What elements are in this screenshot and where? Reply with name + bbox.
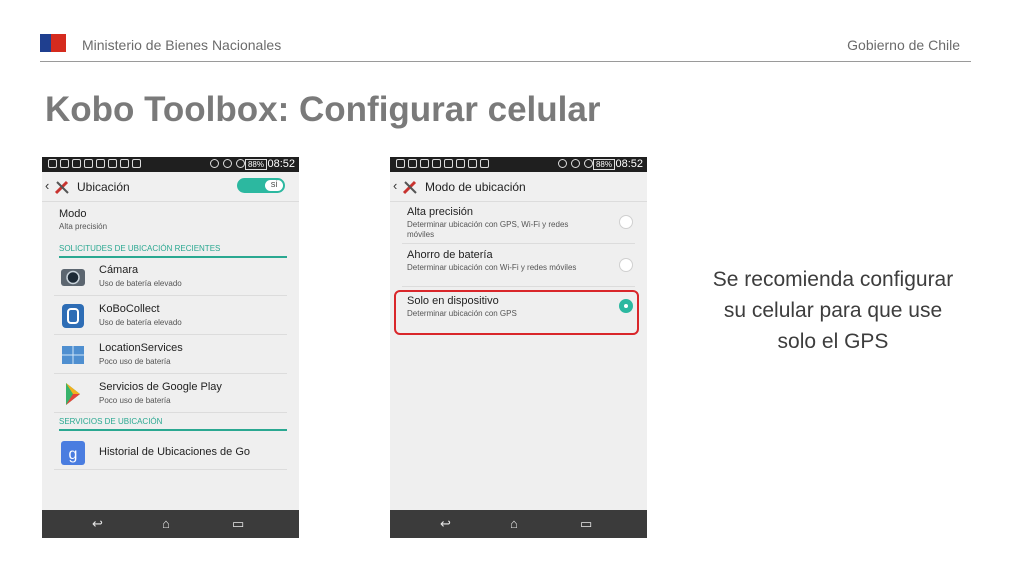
location-toggle[interactable]: SÍ	[237, 178, 285, 193]
tools-icon	[54, 180, 69, 195]
tools-icon	[402, 180, 417, 195]
app-bar-title: Ubicación	[77, 180, 130, 194]
option-battery-saving[interactable]: Ahorro de batería Determinar ubicación c…	[407, 249, 635, 273]
system-icons	[558, 159, 593, 168]
google-icon: g	[61, 441, 85, 465]
mode-setting[interactable]: Modo Alta precisión	[59, 208, 107, 231]
camera-icon	[61, 269, 85, 286]
radio-high-accuracy[interactable]	[619, 215, 633, 229]
nav-home-icon[interactable]: ⌂	[510, 516, 518, 531]
system-icons	[210, 159, 245, 168]
list-item-camera[interactable]: Cámara Uso de batería elevado	[54, 258, 287, 296]
nav-recents-icon[interactable]: ▭	[232, 516, 244, 532]
status-bar: 88% 08:52	[390, 157, 647, 172]
svg-text:g: g	[69, 446, 78, 463]
nav-back-icon[interactable]: ↩	[440, 516, 451, 532]
back-chevron-icon[interactable]: ‹	[45, 178, 49, 193]
notification-icons	[396, 159, 489, 168]
nav-home-icon[interactable]: ⌂	[162, 516, 170, 531]
location-services-icon	[62, 346, 84, 364]
list-item-location-services[interactable]: LocationServices Poco uso de batería	[54, 336, 287, 374]
list-item-kobocollect[interactable]: KoBoCollect Uso de batería elevado	[54, 297, 287, 335]
status-bar: 88% 08:52	[42, 157, 299, 172]
android-nav-bar: ↩ ⌂ ▭	[390, 510, 647, 538]
battery-indicator: 88%	[592, 159, 615, 170]
nav-recents-icon[interactable]: ▭	[580, 516, 592, 532]
list-item-google-play-services[interactable]: Servicios de Google Play Poco uso de bat…	[54, 375, 287, 413]
app-bar: ‹ Ubicación SÍ	[42, 172, 299, 202]
clock: 08:52	[615, 158, 643, 170]
app-bar-title: Modo de ubicación	[425, 180, 526, 194]
page-title: Kobo Toolbox: Configurar celular	[45, 90, 601, 129]
google-play-icon	[66, 383, 80, 405]
list-item-location-history[interactable]: g Historial de Ubicaciones de Go	[54, 434, 287, 470]
header-divider	[40, 61, 971, 62]
android-nav-bar: ↩ ⌂ ▭	[42, 510, 299, 538]
kobocollect-icon	[62, 304, 84, 328]
back-chevron-icon[interactable]: ‹	[393, 178, 397, 193]
mode-value: Alta precisión	[59, 222, 108, 231]
section-recent-requests: SOLICITUDES DE UBICACIÓN RECIENTES	[59, 244, 287, 258]
section-location-services: SERVICIOS DE UBICACIÓN	[59, 417, 287, 431]
battery-indicator: 88%	[244, 159, 267, 170]
chile-flag-logo	[40, 34, 66, 52]
nav-back-icon[interactable]: ↩	[92, 516, 103, 532]
clock: 08:52	[267, 158, 295, 170]
option-high-accuracy[interactable]: Alta precisión Determinar ubicación con …	[407, 206, 635, 240]
mode-title: Modo	[59, 208, 87, 220]
phone-screenshot-location-mode: 88% 08:52 ‹ Modo de ubicación Alta preci…	[390, 157, 647, 538]
highlight-box	[394, 290, 639, 335]
notification-icons	[48, 159, 141, 168]
ministry-label: Ministerio de Bienes Nacionales	[82, 37, 282, 53]
app-bar: ‹ Modo de ubicación	[390, 172, 647, 202]
divider	[402, 243, 635, 244]
recommendation-caption: Se recomienda configurar su celular para…	[712, 268, 954, 353]
phone-screenshot-location: 88% 08:52 ‹ Ubicación SÍ Modo Alta preci…	[42, 157, 299, 538]
radio-battery-saving[interactable]	[619, 258, 633, 272]
government-label: Gobierno de Chile	[847, 37, 960, 53]
divider	[402, 286, 635, 287]
